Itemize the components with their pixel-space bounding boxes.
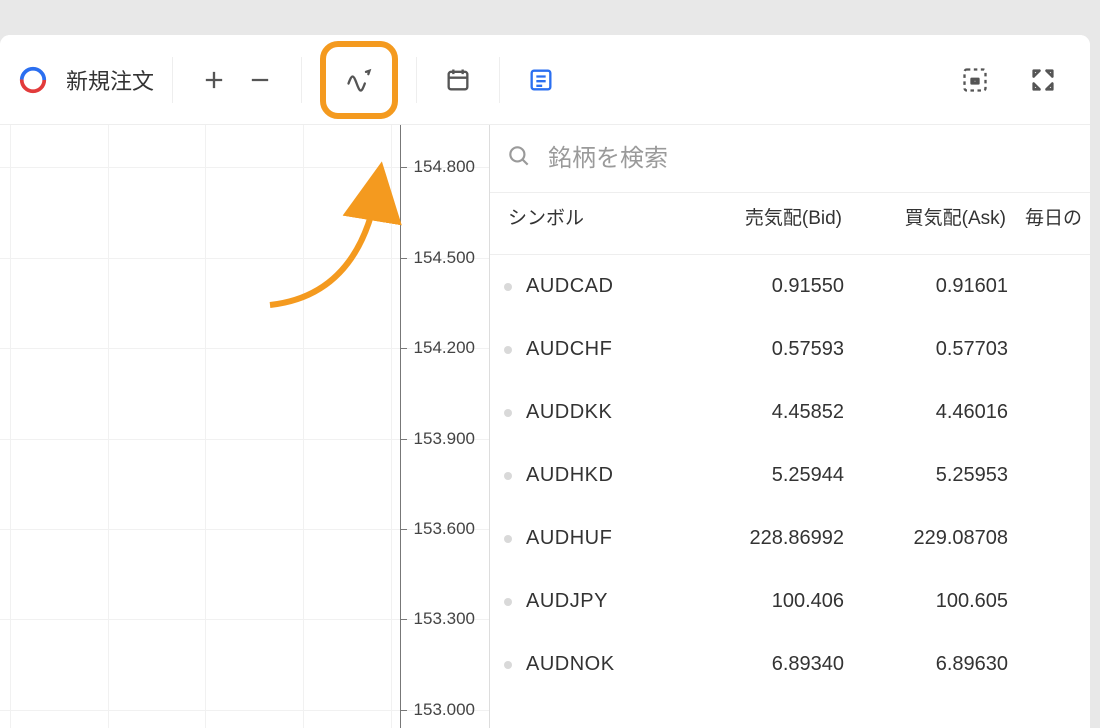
content-area: 154.800 154.500 154.200 153.900 153.600 153.3…	[0, 125, 1090, 728]
symbol-row[interactable]: AUDHKD5.259445.25953	[490, 444, 1090, 507]
bid-cell: 0.57593	[676, 338, 856, 361]
grid-vline	[391, 125, 392, 728]
grid-vline	[10, 125, 11, 728]
symbol-panel: シンボル 売気配(Bid) 買気配(Ask) 毎日の AUDCAD0.91550…	[490, 125, 1090, 728]
screenshot-button[interactable]	[952, 57, 998, 103]
status-dot-icon	[504, 283, 512, 291]
new-order-button[interactable]: 新規注文	[66, 64, 154, 96]
symbol-row[interactable]: AUDHUF228.86992229.08708	[490, 507, 1090, 570]
bid-cell: 100.406	[676, 590, 856, 613]
ask-cell: 5.25953	[856, 464, 1016, 487]
symbol-cell: AUDNOK	[526, 653, 676, 676]
status-dot-icon	[504, 409, 512, 417]
tick-mark	[401, 529, 407, 530]
y-tick-label: 153.300	[414, 609, 475, 629]
status-dot-icon	[504, 598, 512, 606]
status-dot-icon	[504, 472, 512, 480]
ask-cell: 229.08708	[856, 527, 1016, 550]
status-dot-icon	[504, 535, 512, 543]
zoom-in-button[interactable]	[191, 57, 237, 103]
divider	[416, 57, 417, 103]
bid-cell: 228.86992	[676, 527, 856, 550]
chart-area[interactable]: 154.800 154.500 154.200 153.900 153.600 153.3…	[0, 125, 490, 728]
y-tick-label: 154.200	[414, 338, 475, 358]
symbol-cell: AUDJPY	[526, 590, 676, 613]
symbol-row[interactable]: AUDDKK4.458524.46016	[490, 381, 1090, 444]
symbol-cell: AUDHKD	[526, 464, 676, 487]
status-dot-icon	[504, 661, 512, 669]
divider	[301, 57, 302, 103]
grid-vline	[303, 125, 304, 728]
zoom-out-button[interactable]	[237, 57, 283, 103]
y-axis-line	[400, 125, 401, 728]
symbol-search-input[interactable]	[548, 145, 1070, 173]
fullscreen-button[interactable]	[1020, 57, 1066, 103]
symbol-cell: AUDDKK	[526, 401, 676, 424]
ask-cell: 100.605	[856, 590, 1016, 613]
search-icon	[506, 143, 532, 174]
ask-cell: 4.46016	[856, 401, 1016, 424]
indicator-button[interactable]	[326, 47, 392, 113]
col-daily-header[interactable]: 毎日の	[1014, 203, 1084, 230]
symbol-cell: AUDCAD	[526, 275, 676, 298]
y-tick-label: 153.600	[414, 519, 475, 539]
symbol-row[interactable]: AUDNOK6.893406.89630	[490, 633, 1090, 696]
symbol-cell: AUDHUF	[526, 527, 676, 550]
calendar-button[interactable]	[435, 57, 481, 103]
ask-cell: 0.57703	[856, 338, 1016, 361]
col-ask-header[interactable]: 買気配(Ask)	[854, 203, 1014, 230]
app-frame: 新規注文	[0, 35, 1090, 728]
chart-grid: 154.800 154.500 154.200 153.900 153.600 153.3…	[0, 125, 489, 728]
tick-mark	[401, 710, 407, 711]
divider	[172, 57, 173, 103]
symbol-row[interactable]: AUDJPY100.406100.605	[490, 570, 1090, 633]
table-header: シンボル 売気配(Bid) 買気配(Ask) 毎日の	[490, 193, 1090, 255]
ask-cell: 0.91601	[856, 275, 1016, 298]
symbol-cell: AUDCHF	[526, 338, 676, 361]
tick-mark	[401, 348, 407, 349]
grid-vline	[108, 125, 109, 728]
ask-cell: 6.89630	[856, 653, 1016, 676]
indicator-highlight	[320, 41, 398, 119]
status-dot-icon	[504, 346, 512, 354]
col-symbol-header[interactable]: シンボル	[504, 203, 674, 230]
tick-mark	[401, 439, 407, 440]
tick-mark	[401, 619, 407, 620]
y-tick-label: 154.800	[414, 157, 475, 177]
search-row	[490, 125, 1090, 193]
col-bid-header[interactable]: 売気配(Bid)	[674, 203, 854, 230]
list-panel-button[interactable]	[518, 57, 564, 103]
bid-cell: 0.91550	[676, 275, 856, 298]
y-tick-label: 153.000	[414, 700, 475, 720]
toolbar: 新規注文	[0, 35, 1090, 125]
symbol-rows: AUDCAD0.915500.91601AUDCHF0.575930.57703…	[490, 255, 1090, 728]
tick-mark	[401, 258, 407, 259]
y-tick-label: 153.900	[414, 429, 475, 449]
bid-cell: 5.25944	[676, 464, 856, 487]
bid-cell: 6.89340	[676, 653, 856, 676]
y-tick-label: 154.500	[414, 248, 475, 268]
tick-mark	[401, 167, 407, 168]
grid-vline	[205, 125, 206, 728]
divider	[499, 57, 500, 103]
bid-cell: 4.45852	[676, 401, 856, 424]
app-logo-icon	[18, 65, 48, 95]
symbol-row[interactable]: AUDCHF0.575930.57703	[490, 318, 1090, 381]
symbol-row[interactable]: AUDCAD0.915500.91601	[490, 255, 1090, 318]
